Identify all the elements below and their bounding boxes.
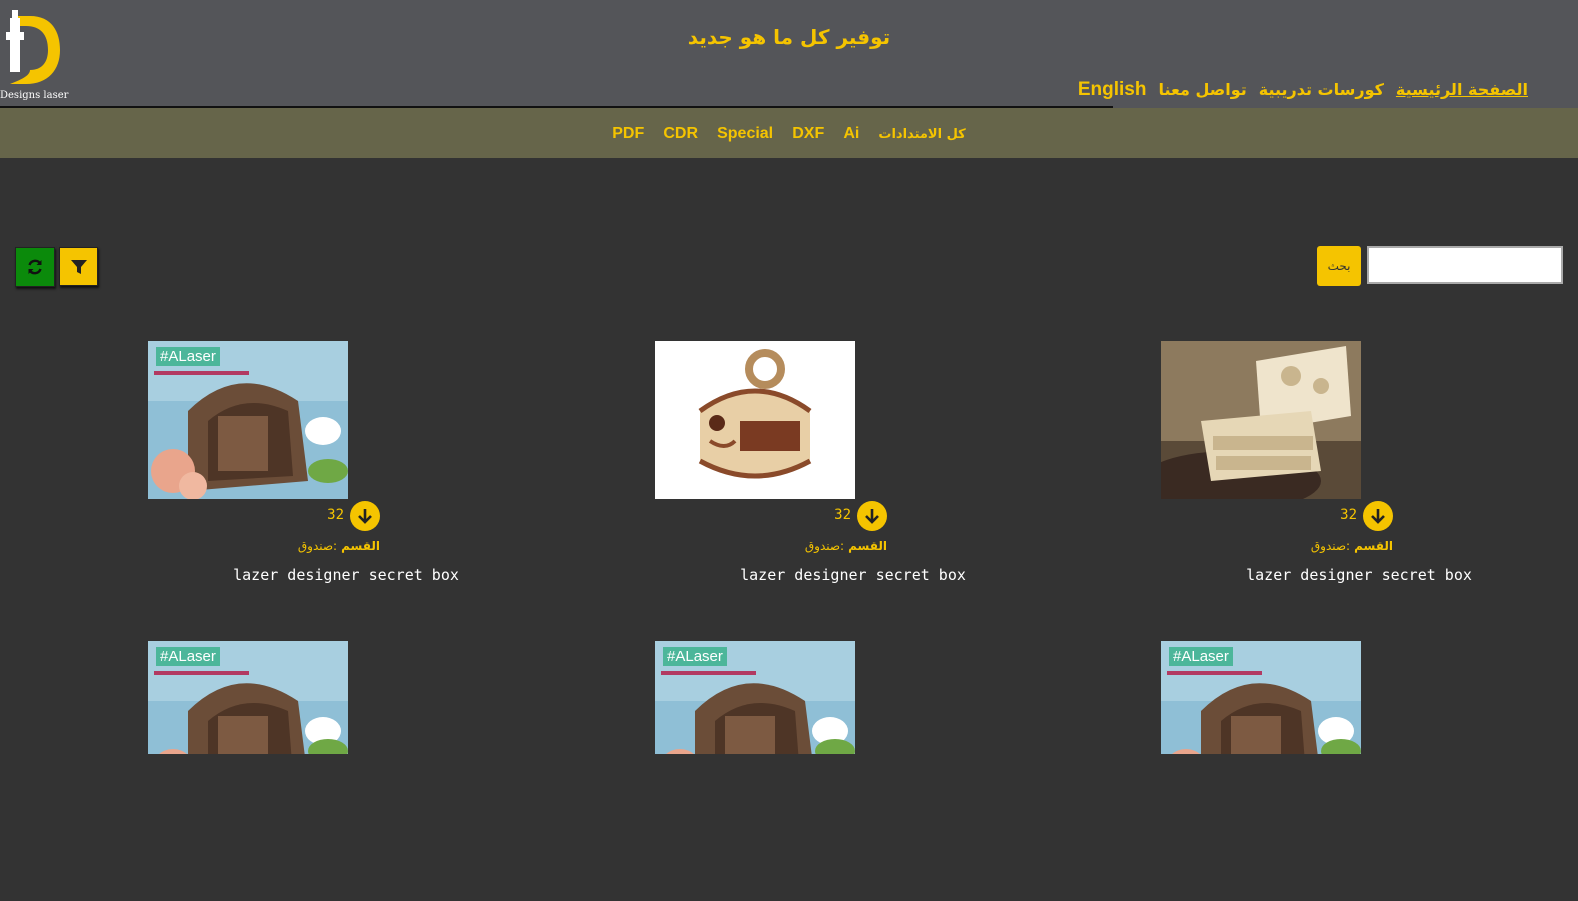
download-row: 32	[1281, 501, 1393, 531]
refresh-button[interactable]	[15, 247, 55, 287]
category-row: القسم:صندوق	[268, 535, 380, 554]
category-row: القسم:صندوق	[1281, 535, 1393, 554]
product-card: 32 القسم:صندوق lazer designer secret box	[1161, 341, 1578, 601]
ext-cdr[interactable]: CDR	[663, 125, 698, 142]
category-label: القسم	[1354, 539, 1393, 553]
site-title: توفير كل ما هو جديد	[687, 25, 891, 49]
refresh-icon	[28, 259, 42, 275]
product-card: 32 القسم:صندوق lazer designer secret box	[655, 341, 1075, 601]
download-icon[interactable]	[857, 501, 887, 531]
category-value: :صندوق	[804, 539, 845, 553]
image-tag: #ALaser	[156, 647, 220, 666]
filter-icon	[70, 259, 87, 274]
product-title[interactable]: lazer designer secret box	[1161, 566, 1557, 584]
main-nav: الصفحة الرئيسية كورسات تدريبية تواصل معن…	[1078, 79, 1528, 101]
nav-home[interactable]: الصفحة الرئيسية	[1396, 80, 1528, 99]
download-icon[interactable]	[1363, 501, 1393, 531]
product-card: #ALaser 32 القسم:صندوق lazer designer se…	[148, 341, 568, 601]
category-label: القسم	[848, 539, 887, 553]
nav-language-english[interactable]: English	[1078, 79, 1147, 101]
ext-all[interactable]: كل الامتدادات	[878, 127, 965, 142]
image-tag: #ALaser	[663, 647, 727, 666]
image-tag: #ALaser	[156, 347, 220, 366]
download-row: 32	[775, 501, 887, 531]
search-input[interactable]	[1367, 246, 1563, 284]
product-image[interactable]: #ALaser	[148, 641, 348, 754]
category-row: القسم:صندوق	[775, 535, 887, 554]
product-card: #ALaser	[655, 641, 1075, 901]
filter-button[interactable]	[59, 247, 98, 286]
product-image[interactable]: #ALaser	[655, 641, 855, 754]
product-image[interactable]: #ALaser	[1161, 641, 1361, 754]
category-value: :صندوق	[297, 539, 338, 553]
logo-icon	[6, 10, 60, 84]
product-card: #ALaser	[1161, 641, 1578, 901]
nav-courses[interactable]: كورسات تدريبية	[1259, 80, 1384, 99]
product-card: #ALaser	[148, 641, 568, 901]
download-row: 32	[268, 501, 380, 531]
download-count: 32	[834, 507, 851, 523]
product-image[interactable]: #ALaser	[148, 341, 348, 499]
ext-ai[interactable]: Ai	[843, 125, 859, 142]
download-count: 32	[327, 507, 344, 523]
product-image[interactable]	[1161, 341, 1361, 499]
image-tag: #ALaser	[1169, 647, 1233, 666]
search-button[interactable]: بحث	[1317, 246, 1361, 286]
ext-special[interactable]: Special	[717, 125, 773, 142]
product-image[interactable]	[655, 341, 855, 499]
logo-text: Designs laser	[0, 90, 69, 101]
category-label: القسم	[341, 539, 380, 553]
download-icon[interactable]	[350, 501, 380, 531]
download-count: 32	[1340, 507, 1357, 523]
product-title[interactable]: lazer designer secret box	[655, 566, 1051, 584]
ext-pdf[interactable]: PDF	[612, 125, 644, 142]
nav-contact[interactable]: تواصل معنا	[1158, 80, 1246, 99]
extensions-list: كل الامتدادات PDF CDR Special DXF Ai	[0, 123, 1578, 143]
ext-dxf[interactable]: DXF	[792, 125, 824, 142]
site-logo[interactable]: Designs laser	[0, 10, 68, 101]
category-value: :صندوق	[1310, 539, 1351, 553]
product-title[interactable]: lazer designer secret box	[148, 566, 544, 584]
